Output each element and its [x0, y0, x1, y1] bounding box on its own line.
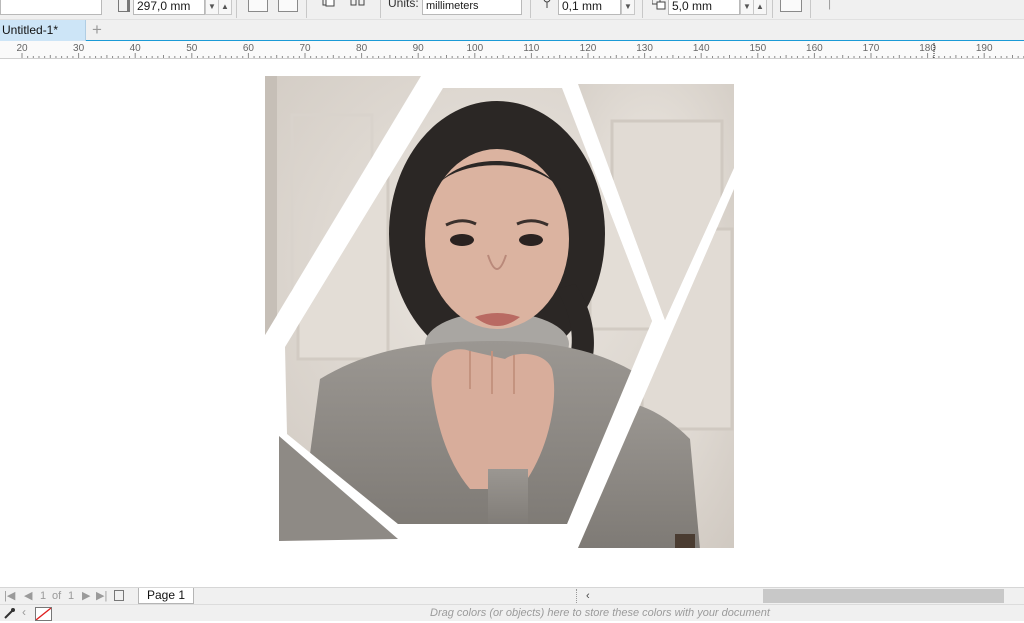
- ruler-label: 40: [130, 43, 142, 54]
- ruler-label: 140: [693, 43, 710, 54]
- more-icon[interactable]: |: [828, 0, 831, 10]
- page-height-spin-icon[interactable]: ▲: [218, 0, 232, 15]
- add-page-icon[interactable]: [114, 590, 124, 601]
- ruler-label: 60: [243, 43, 255, 54]
- page-height-icon: [118, 0, 130, 12]
- ruler-label: 90: [413, 43, 425, 54]
- nudge-icon: [540, 0, 554, 8]
- duplicate-distance-field[interactable]: 5,0 mm: [668, 0, 740, 15]
- ruler-label: 100: [466, 43, 483, 54]
- ruler-label: 30: [73, 43, 85, 54]
- ruler-label: 20: [16, 43, 28, 54]
- first-page-icon[interactable]: |◀: [4, 589, 15, 603]
- horizontal-ruler[interactable]: 20 30 40 50 60 70 80 90 100 110 120 130 140 150 160 170…: [0, 41, 1024, 59]
- landscape-orientation-button[interactable]: [278, 0, 298, 12]
- ruler-label: 170: [863, 43, 880, 54]
- paper-type-select[interactable]: [0, 0, 102, 15]
- next-page-icon[interactable]: ▶: [82, 589, 90, 603]
- of-label: of: [52, 590, 62, 602]
- property-bar: 297,0 mm ▼ ▲ Units: millimeters 0,1 mm ▼…: [0, 0, 1024, 20]
- separator: [380, 0, 381, 18]
- units-select[interactable]: millimeters: [422, 0, 522, 15]
- document-palette-bar: ‹ Drag colors (or objects) here to store…: [0, 604, 1024, 621]
- photo-collage-artwork[interactable]: [0, 59, 1024, 587]
- ruler-label: 80: [356, 43, 368, 54]
- ruler-label: 190: [976, 43, 993, 54]
- document-tab-untitled[interactable]: Untitled-1*: [0, 20, 86, 41]
- page-height-field[interactable]: 297,0 mm: [133, 0, 205, 15]
- ruler-label: 70: [299, 43, 311, 54]
- separator: [306, 0, 307, 18]
- ruler-label: 130: [636, 43, 653, 54]
- separator: [810, 0, 811, 18]
- page-tab-page-1[interactable]: Page 1: [138, 588, 194, 604]
- last-page-icon[interactable]: ▶|: [96, 589, 107, 603]
- previous-page-icon[interactable]: ◀: [24, 589, 32, 603]
- duplicate-distance-icon: [651, 0, 666, 11]
- portrait-orientation-button[interactable]: [248, 0, 268, 12]
- ruler-label: 110: [523, 43, 539, 54]
- splitter-grip[interactable]: [576, 589, 582, 603]
- separator: [642, 0, 643, 18]
- ruler-scale: 20 30 40 50 60 70 80 90 100 110 120 130 140 150 160 170…: [16, 43, 1024, 58]
- transform-options-button[interactable]: [780, 0, 802, 12]
- separator: [772, 0, 773, 18]
- palette-drop-hint: Drag colors (or objects) here to store t…: [430, 607, 770, 619]
- units-label: Units:: [388, 0, 419, 10]
- nudge-distance-field[interactable]: 0,1 mm: [558, 0, 621, 15]
- horizontal-scrollbar-thumb[interactable]: [763, 589, 1004, 603]
- ruler-label: 180: [919, 43, 936, 54]
- current-page-icon[interactable]: [350, 0, 368, 9]
- ruler-label: 150: [749, 43, 766, 54]
- ruler-label: 120: [580, 43, 597, 54]
- duplicate-distance-up-arrow-icon[interactable]: ▲: [753, 0, 767, 15]
- drawing-canvas[interactable]: [0, 59, 1024, 587]
- page-navigation-bar: |◀ ◀ 1 of 1 ▶ ▶| Page 1 ‹: [0, 587, 1024, 604]
- document-tab-bar: Untitled-1* +: [0, 20, 1024, 41]
- ruler-label: 50: [186, 43, 198, 54]
- separator: [236, 0, 237, 18]
- duplicate-distance-down-arrow-icon[interactable]: ▼: [740, 0, 754, 15]
- all-pages-icon[interactable]: [320, 0, 338, 9]
- current-page-number: 1: [40, 590, 47, 602]
- total-pages: 1: [68, 590, 75, 602]
- nudge-distance-arrow-icon[interactable]: ▼: [621, 0, 635, 15]
- add-tab-icon[interactable]: +: [88, 21, 106, 39]
- scroll-left-icon[interactable]: ‹: [586, 589, 590, 603]
- separator: [530, 0, 531, 18]
- ruler-label: 160: [806, 43, 823, 54]
- page-height-down-arrow-icon[interactable]: ▼: [205, 0, 219, 15]
